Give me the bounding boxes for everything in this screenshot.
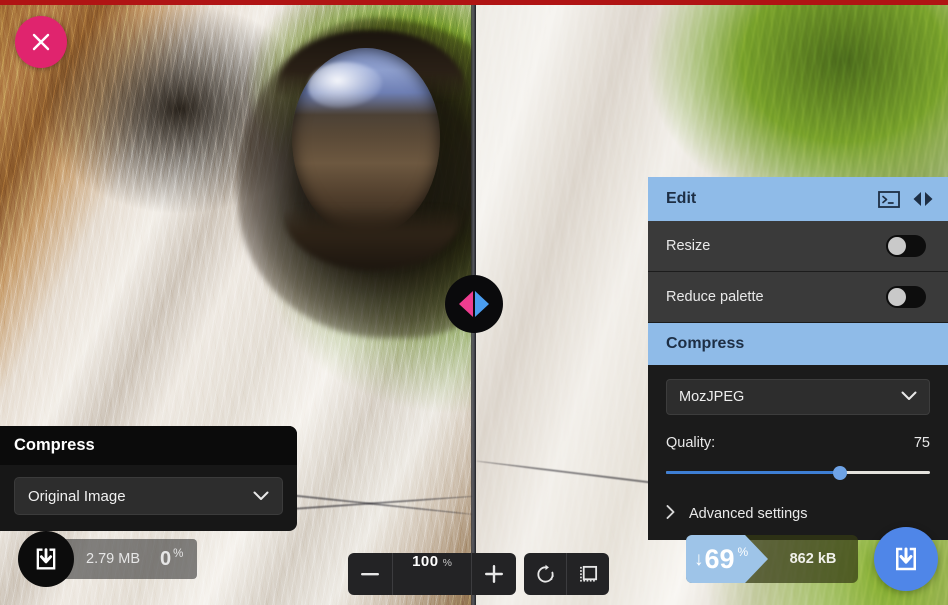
source-select-value: Original Image bbox=[28, 487, 126, 505]
compress-section-body: MozJPEG Quality: 75 Advanced settings bbox=[648, 365, 948, 540]
close-icon bbox=[32, 33, 50, 51]
reduce-palette-label: Reduce palette bbox=[666, 289, 764, 305]
original-percent-unit: % bbox=[173, 547, 184, 560]
arrow-right-icon bbox=[475, 291, 489, 317]
result-savings-unit: % bbox=[737, 545, 749, 559]
edit-panel-header: Edit bbox=[648, 177, 948, 221]
download-icon bbox=[896, 547, 916, 571]
close-button[interactable] bbox=[15, 16, 67, 68]
original-stats-pill: 2.79 MB 0% bbox=[60, 539, 198, 579]
quality-value: 75 bbox=[913, 435, 930, 451]
compare-arrows-icon[interactable] bbox=[912, 191, 934, 207]
arrow-left-icon bbox=[459, 291, 473, 317]
original-percent-value: 0 bbox=[160, 547, 172, 570]
chevron-down-icon bbox=[901, 389, 917, 405]
quality-slider-thumb[interactable] bbox=[833, 466, 848, 480]
edit-panel: Edit Resize Reduce palette Compress MozJ… bbox=[648, 177, 948, 540]
zoom-level-value: 100 bbox=[412, 553, 439, 570]
quality-label: Quality: bbox=[666, 435, 716, 451]
toggle-knob bbox=[888, 237, 906, 255]
original-panel-header: Compress bbox=[0, 426, 297, 465]
terminal-icon[interactable] bbox=[878, 190, 900, 208]
rotate-clockwise-icon bbox=[536, 564, 554, 583]
plus-icon bbox=[485, 565, 503, 583]
original-percent: 0% bbox=[160, 548, 183, 571]
edit-row-reduce-palette[interactable]: Reduce palette bbox=[648, 272, 948, 323]
quality-row: Quality: 75 bbox=[666, 435, 930, 451]
quality-slider-fill bbox=[666, 471, 841, 474]
codec-select-value: MozJPEG bbox=[679, 389, 745, 405]
edit-panel-title: Edit bbox=[666, 190, 697, 207]
zoom-level-display[interactable]: 100 % bbox=[393, 553, 471, 595]
download-icon bbox=[36, 548, 56, 570]
rotate-button[interactable] bbox=[524, 553, 566, 595]
source-select[interactable]: Original Image bbox=[14, 477, 283, 515]
original-compress-panel: Compress Original Image bbox=[0, 426, 297, 531]
view-tools-group bbox=[524, 553, 609, 595]
advanced-settings-toggle[interactable]: Advanced settings bbox=[666, 505, 930, 522]
zoom-in-button[interactable] bbox=[472, 553, 516, 595]
compress-section-header: Compress bbox=[648, 323, 948, 365]
result-size: 862 kB bbox=[789, 551, 837, 567]
quality-slider[interactable] bbox=[666, 465, 930, 481]
zoom-level-unit: % bbox=[442, 557, 452, 569]
codec-select[interactable]: MozJPEG bbox=[666, 379, 930, 415]
top-accent-bar bbox=[0, 0, 948, 5]
chevron-right-icon bbox=[666, 505, 675, 522]
original-size: 2.79 MB bbox=[86, 551, 140, 567]
original-panel-title: Compress bbox=[14, 436, 95, 454]
resize-label: Resize bbox=[666, 238, 711, 254]
image-compressor-app: Edit Resize Reduce palette Compress MozJ… bbox=[0, 0, 948, 605]
edit-row-resize[interactable]: Resize bbox=[648, 221, 948, 272]
result-savings-percent: 69 bbox=[704, 543, 735, 574]
compare-slider-handle[interactable] bbox=[445, 275, 503, 333]
zoom-toolbar: 100 % bbox=[348, 553, 609, 595]
advanced-settings-label: Advanced settings bbox=[689, 505, 808, 522]
down-arrow-icon: ↓ bbox=[694, 548, 704, 570]
original-panel-body: Original Image bbox=[0, 465, 297, 531]
toggle-knob bbox=[888, 288, 906, 306]
compressed-result-badge: ↓ 69 % 862 kB bbox=[686, 535, 858, 583]
resize-toggle[interactable] bbox=[886, 235, 926, 257]
crop-fit-icon bbox=[579, 565, 597, 582]
minus-icon bbox=[361, 572, 379, 575]
compress-section-title: Compress bbox=[666, 335, 745, 352]
zoom-out-button[interactable] bbox=[348, 553, 392, 595]
download-compressed-button[interactable] bbox=[874, 527, 938, 591]
download-original-button[interactable] bbox=[18, 531, 74, 587]
reduce-palette-toggle[interactable] bbox=[886, 286, 926, 308]
original-stats: 2.79 MB 0% bbox=[18, 531, 198, 587]
chevron-down-icon bbox=[253, 488, 269, 505]
fit-to-screen-button[interactable] bbox=[567, 553, 609, 595]
zoom-controls-group: 100 % bbox=[348, 553, 516, 595]
